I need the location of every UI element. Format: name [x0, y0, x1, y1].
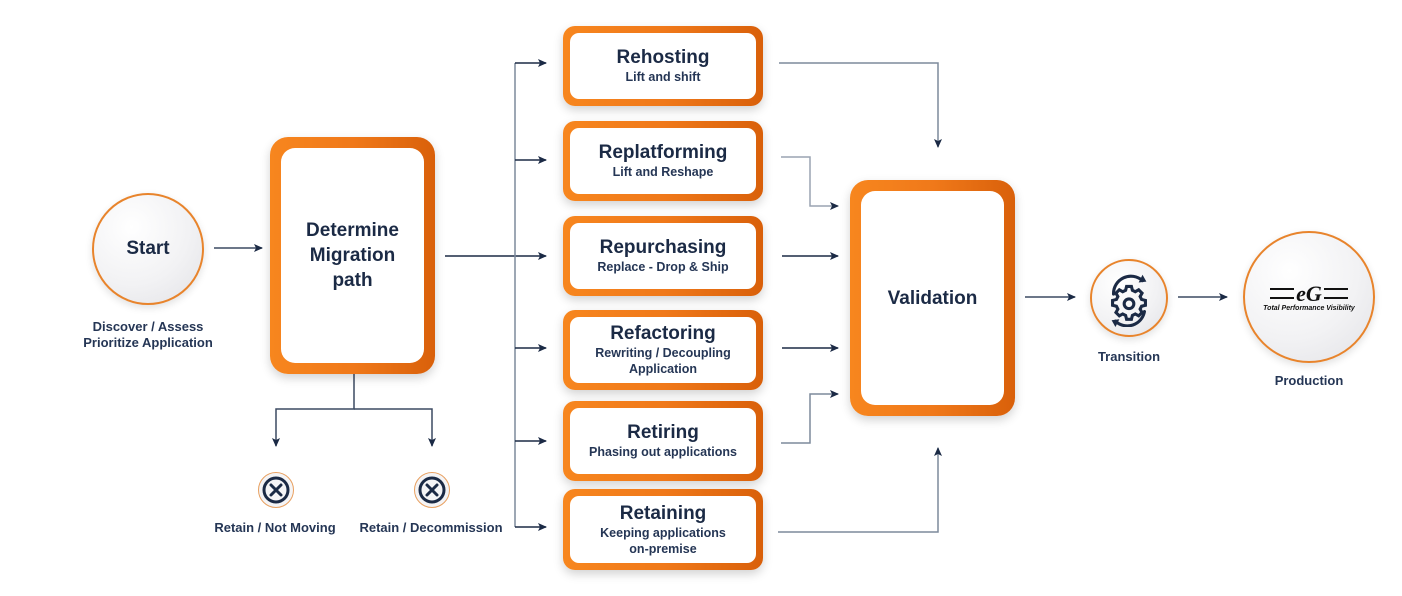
- gear-cycle-icon: [1111, 274, 1147, 327]
- strategy-rehosting[interactable]: Rehosting Lift and shift: [563, 26, 763, 106]
- strategy-subtitle: Keeping applications: [600, 525, 726, 540]
- strategy-subtitle: Lift and shift: [625, 70, 701, 84]
- strategy-subtitle: Lift and Reshape: [612, 165, 714, 179]
- validation-label: Validation: [887, 287, 978, 309]
- start-label: Start: [126, 238, 170, 259]
- arrow-retaining-to-validation: [778, 447, 942, 533]
- strategy-refactoring[interactable]: Refactoring Rewriting / Decoupling Appli…: [563, 310, 763, 390]
- logo-text: eG: [1296, 280, 1322, 306]
- transition-node[interactable]: [1090, 259, 1168, 337]
- arrow-replatforming-to-validation: [781, 156, 839, 210]
- eg-logo: eG Total Performance Visibility: [1263, 280, 1355, 312]
- determine-migration-path-box[interactable]: Determine Migration path: [270, 137, 435, 374]
- strategy-retaining[interactable]: Retaining Keeping applications on-premis…: [563, 489, 763, 570]
- strategy-title: Retiring: [627, 422, 699, 443]
- determine-line3: path: [332, 270, 373, 291]
- validation-box[interactable]: Validation: [850, 180, 1015, 416]
- arrow-rehosting-to-validation: [779, 62, 942, 148]
- strategy-title: Retaining: [619, 502, 707, 524]
- strategy-repurchasing[interactable]: Repurchasing Replace - Drop & Ship: [563, 216, 763, 296]
- production-label: Production: [1274, 373, 1344, 388]
- retain-not-moving-label: Retain / Not Moving: [214, 520, 336, 535]
- strategy-subtitle-2: on-premise: [629, 541, 697, 556]
- start-caption: Discover / Assess Prioritize Application: [83, 319, 213, 350]
- x-circle-icon: [262, 476, 290, 504]
- strategy-title: Rehosting: [616, 47, 710, 68]
- logo-speed-lines-right: [1323, 288, 1348, 299]
- x-circle-icon: [418, 476, 446, 504]
- logo-speed-lines-left: [1270, 288, 1295, 299]
- arrow-retiring-to-validation: [781, 390, 839, 444]
- retain-not-moving-node[interactable]: [258, 472, 294, 508]
- strategy-title: Refactoring: [610, 323, 716, 344]
- strategy-retiring[interactable]: Retiring Phasing out applications: [563, 401, 763, 481]
- strategy-subtitle-2: Application: [628, 362, 698, 376]
- strategy-subtitle: Phasing out applications: [589, 445, 737, 459]
- logo-tagline: Total Performance Visibility: [1263, 304, 1355, 312]
- strategy-title: Replatforming: [598, 142, 728, 163]
- strategy-title: Repurchasing: [599, 237, 727, 258]
- strategy-subtitle: Replace - Drop & Ship: [597, 260, 729, 274]
- transition-label: Transition: [1097, 349, 1161, 364]
- retain-decommission-label: Retain / Decommission: [359, 520, 503, 535]
- determine-line1: Determine: [306, 220, 399, 241]
- arrow-to-not-moving: [272, 374, 355, 447]
- production-node[interactable]: eG Total Performance Visibility: [1243, 231, 1375, 363]
- determine-line2: Migration: [309, 245, 396, 266]
- strategy-subtitle: Rewriting / Decoupling: [595, 346, 731, 360]
- strategy-replatforming[interactable]: Replatforming Lift and Reshape: [563, 121, 763, 201]
- arrow-to-decommission: [354, 408, 436, 447]
- start-node[interactable]: Start: [92, 193, 204, 305]
- retain-decommission-node[interactable]: [414, 472, 450, 508]
